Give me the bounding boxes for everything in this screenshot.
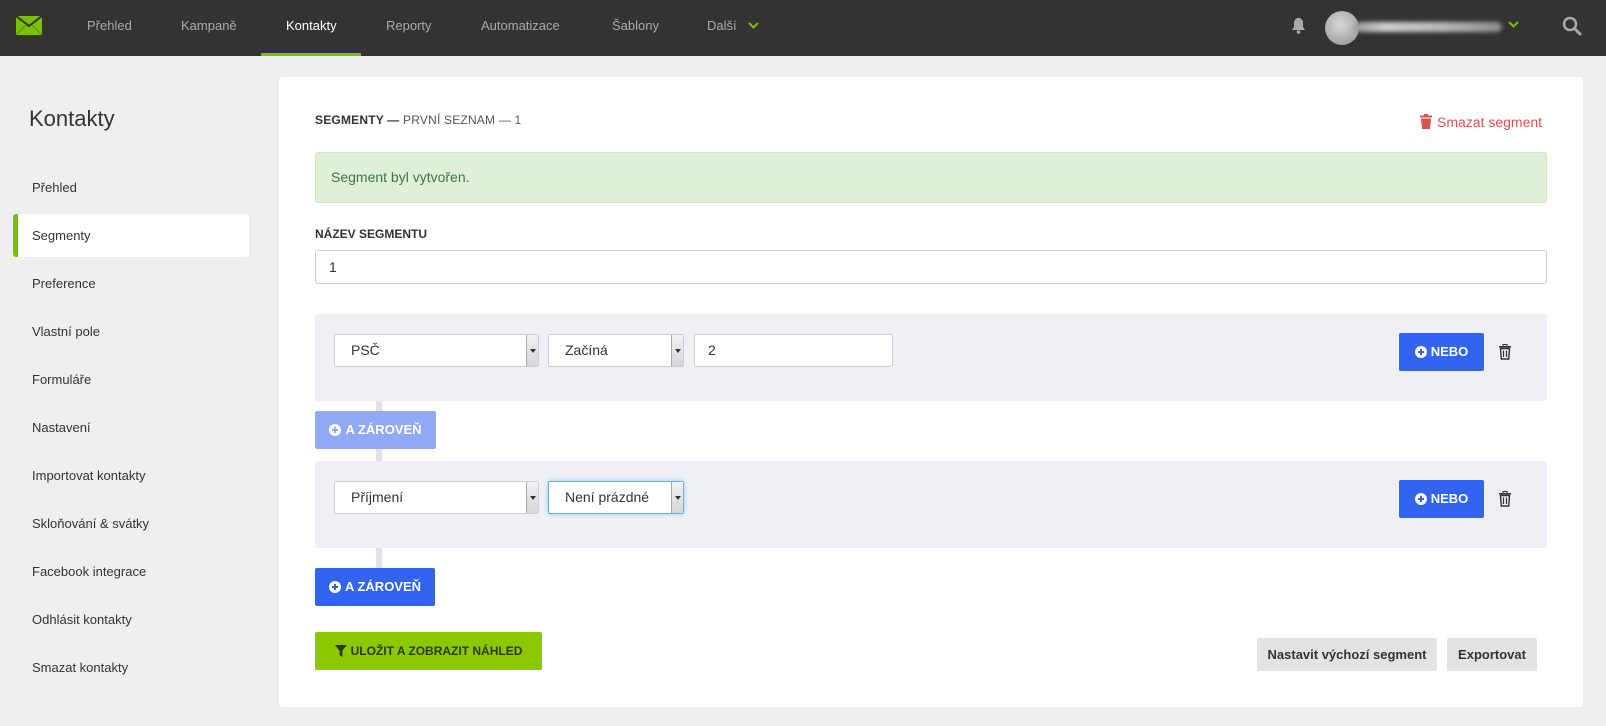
top-navigation-bar: Přehled Kampaně Kontakty Reporty Automat… xyxy=(0,0,1606,56)
sidebar-item-prehled[interactable]: Přehled xyxy=(13,166,249,209)
avatar[interactable] xyxy=(1325,11,1359,45)
sidebar-item-odhlasit-kontakty[interactable]: Odhlásit kontakty xyxy=(13,598,249,641)
rule-2-operator-value: Není prázdné xyxy=(565,489,650,505)
sidebar-title: Kontakty xyxy=(29,106,115,131)
dropdown-arrow-icon xyxy=(671,482,683,513)
rule-1-or-label: NEBO xyxy=(1430,344,1469,359)
and-button-1[interactable]: A ZÁROVEŇ xyxy=(315,411,436,449)
user-name-blurred[interactable] xyxy=(1355,22,1502,32)
rule-2-operator-select[interactable]: Není prázdné xyxy=(548,481,684,514)
plus-circle-icon xyxy=(329,424,342,436)
sidebar-item-formulare[interactable]: Formuláře xyxy=(13,358,249,401)
rule-2-or-label: NEBO xyxy=(1430,491,1469,506)
rule-1-operator-select[interactable]: Začíná xyxy=(548,334,684,367)
bell-icon[interactable] xyxy=(1291,17,1306,34)
nav-item-kontakty[interactable]: Kontakty xyxy=(286,0,337,56)
filter-icon xyxy=(334,645,347,657)
and-button-1-label: A ZÁROVEŇ xyxy=(345,422,422,437)
export-button[interactable]: Exportovat xyxy=(1447,638,1537,671)
set-default-segment-button[interactable]: Nastavit výchozí segment xyxy=(1257,638,1437,671)
rule-2-field-value: Příjmení xyxy=(351,489,404,505)
rule-2-delete-icon[interactable] xyxy=(1498,491,1512,507)
rule-1-operator-value: Začíná xyxy=(565,342,608,358)
sidebar-item-nastaveni[interactable]: Nastavení xyxy=(13,406,249,449)
success-alert: Segment byl vytvořen. xyxy=(315,152,1547,203)
save-and-preview-button[interactable]: ULOŽIT A ZOBRAZIT NÁHLED xyxy=(315,632,542,670)
and-button-2-label: A ZÁROVEŇ xyxy=(344,579,422,594)
plus-circle-icon xyxy=(1414,493,1427,505)
segment-name-label: NÁZEV SEGMENTU xyxy=(315,227,428,241)
sidebar-item-vlastni-pole[interactable]: Vlastní pole xyxy=(13,310,249,353)
sidebar-item-segmenty[interactable]: Segmenty xyxy=(13,214,249,257)
segment-name-input[interactable]: 1 xyxy=(315,250,1547,284)
user-chevron-down-icon[interactable] xyxy=(1508,21,1519,28)
rule-1-field-value: PSČ xyxy=(351,342,380,358)
nav-item-sablony[interactable]: Šablony xyxy=(612,0,659,56)
dropdown-arrow-icon xyxy=(526,482,538,513)
breadcrumb-current: PRVNÍ SEZNAM — 1 xyxy=(403,113,522,127)
sidebar-item-smazat-kontakty[interactable]: Smazat kontakty xyxy=(13,646,249,689)
rule-connector xyxy=(376,548,382,568)
rule-1-value-input[interactable]: 2 xyxy=(694,334,893,367)
rule-2-or-button[interactable]: NEBO xyxy=(1399,480,1484,518)
chevron-down-icon xyxy=(748,21,759,29)
delete-segment-label: Smazat segment xyxy=(1437,114,1543,130)
active-nav-indicator xyxy=(261,53,361,56)
dropdown-arrow-icon xyxy=(671,335,683,366)
nav-item-dalsi[interactable]: Další xyxy=(707,0,759,56)
dropdown-arrow-icon xyxy=(526,335,538,366)
and-button-2[interactable]: A ZÁROVEŇ xyxy=(315,568,435,606)
save-and-preview-label: ULOŽIT A ZOBRAZIT NÁHLED xyxy=(350,644,523,658)
nav-item-reporty[interactable]: Reporty xyxy=(386,0,432,56)
rule-1-field-select[interactable]: PSČ xyxy=(334,334,539,367)
trash-icon xyxy=(1420,114,1432,129)
search-icon[interactable] xyxy=(1562,16,1582,36)
nav-item-prehled[interactable]: Přehled xyxy=(87,0,132,56)
sidebar-item-preference[interactable]: Preference xyxy=(13,262,249,305)
rule-1-delete-icon[interactable] xyxy=(1498,344,1512,360)
breadcrumb: SEGMENTY — PRVNÍ SEZNAM — 1 xyxy=(315,113,521,127)
sidebar-item-sklonovani-svatky[interactable]: Skloňování & svátky xyxy=(13,502,249,545)
nav-item-kampane[interactable]: Kampaně xyxy=(181,0,237,56)
sidebar-item-importovat-kontakty[interactable]: Importovat kontakty xyxy=(13,454,249,497)
nav-item-dalsi-label: Další xyxy=(707,18,737,33)
rule-2-field-select[interactable]: Příjmení xyxy=(334,481,539,514)
nav-item-automatizace[interactable]: Automatizace xyxy=(481,0,560,56)
breadcrumb-segmenty[interactable]: SEGMENTY — xyxy=(315,113,399,127)
plus-circle-icon xyxy=(328,581,341,593)
envelope-logo-icon[interactable] xyxy=(16,16,42,35)
plus-circle-icon xyxy=(1414,346,1427,358)
sidebar-item-facebook-integrace[interactable]: Facebook integrace xyxy=(13,550,249,593)
delete-segment-link[interactable]: Smazat segment xyxy=(1420,114,1542,130)
rule-1-or-button[interactable]: NEBO xyxy=(1399,333,1484,371)
